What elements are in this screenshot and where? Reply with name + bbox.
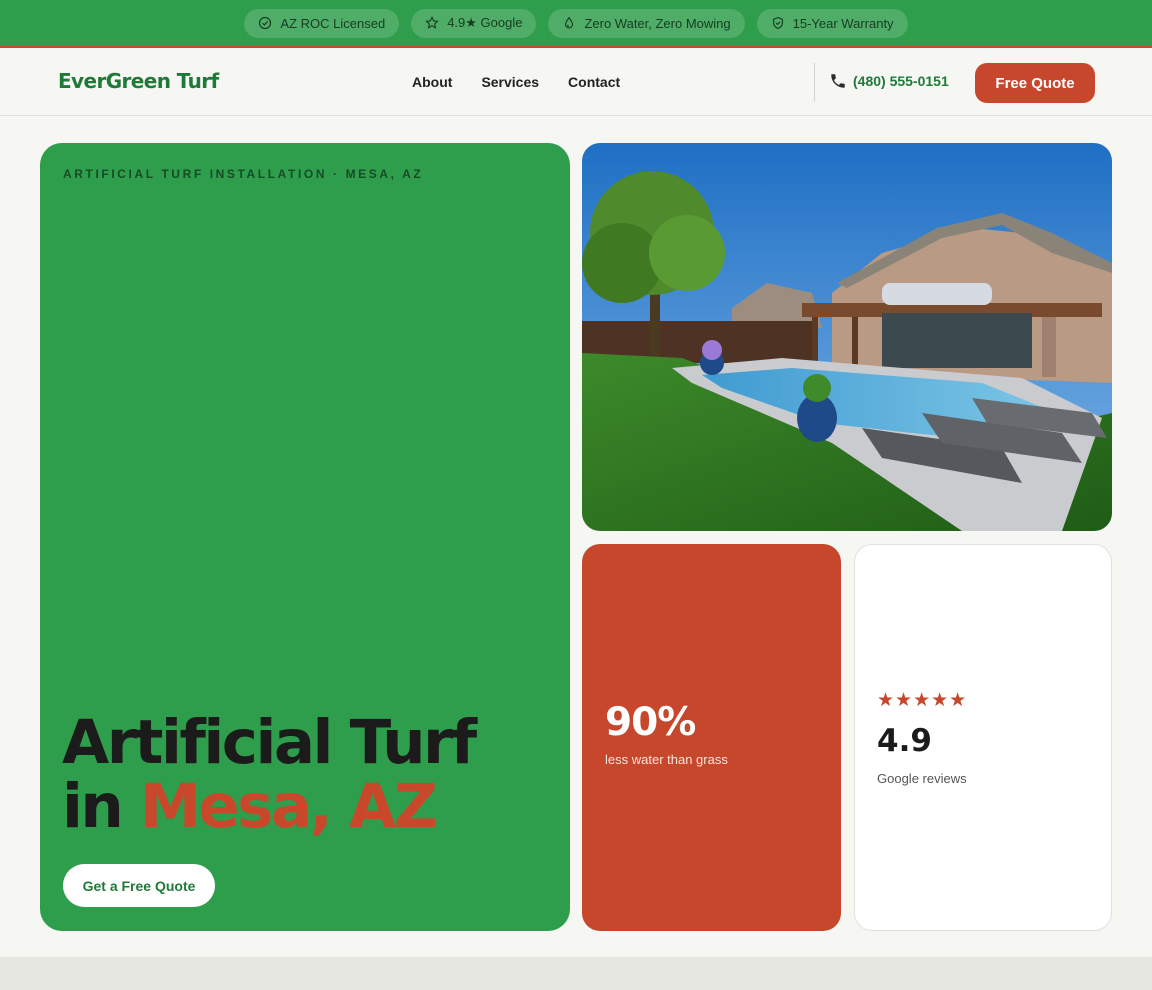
badge-licensed: AZ ROC Licensed bbox=[244, 8, 400, 38]
rating-label: Google reviews bbox=[877, 771, 967, 786]
rating-value: 4.9 bbox=[877, 723, 932, 759]
headline-location: Mesa, AZ bbox=[140, 771, 438, 842]
star-outline-icon bbox=[425, 16, 439, 29]
badge-label: 4.9★ Google bbox=[447, 15, 523, 30]
main-nav: About Services Contact bbox=[412, 74, 620, 90]
phone-icon bbox=[831, 74, 845, 88]
headline-line-2-prefix: in bbox=[62, 771, 141, 842]
droplet-icon bbox=[565, 16, 574, 29]
nav-services[interactable]: Services bbox=[481, 74, 539, 90]
badge-warranty: 15-Year Warranty bbox=[756, 8, 908, 38]
water-savings-card: 90% less water than grass bbox=[582, 544, 841, 931]
google-rating-card: ★★★★★ 4.9 Google reviews bbox=[854, 544, 1112, 931]
site-header: EverGreen Turf About Services Contact (4… bbox=[0, 50, 1152, 116]
logo[interactable]: EverGreen Turf bbox=[58, 69, 219, 93]
nav-contact[interactable]: Contact bbox=[568, 74, 620, 90]
badge-label: AZ ROC Licensed bbox=[280, 15, 386, 31]
trust-strip: AZ ROC Licensed 4.9★ Google Zero Water, … bbox=[0, 0, 1152, 48]
stat-label: less water than grass bbox=[605, 752, 728, 767]
get-quote-button[interactable]: Get a Free Quote bbox=[63, 864, 215, 907]
backyard-photo bbox=[582, 143, 1112, 531]
badge-label: Zero Water, Zero Mowing bbox=[584, 15, 731, 31]
nav-about[interactable]: About bbox=[412, 74, 452, 90]
star-rating-icon: ★★★★★ bbox=[877, 689, 968, 711]
hero-card: ARTIFICIAL TURF INSTALLATION · MESA, AZ … bbox=[40, 143, 570, 931]
free-quote-button[interactable]: Free Quote bbox=[975, 63, 1095, 103]
hero-eyebrow: ARTIFICIAL TURF INSTALLATION · MESA, AZ bbox=[63, 167, 424, 181]
stat-value: 90% bbox=[605, 700, 696, 745]
check-circle-icon bbox=[259, 16, 272, 30]
badge-label: 15-Year Warranty bbox=[792, 15, 894, 31]
header-divider bbox=[814, 63, 815, 102]
hero-headline: Artificial Turf in Mesa, AZ bbox=[62, 711, 477, 842]
next-section-band bbox=[0, 957, 1152, 990]
phone-link[interactable]: (480) 555-0151 bbox=[829, 72, 949, 90]
phone-number: (480) 555-0151 bbox=[853, 73, 949, 89]
headline-line-1: Artificial Turf bbox=[62, 707, 477, 778]
badge-google-rating: 4.9★ Google bbox=[411, 8, 537, 38]
shield-icon bbox=[772, 16, 783, 30]
badge-zero-water: Zero Water, Zero Mowing bbox=[548, 8, 745, 38]
